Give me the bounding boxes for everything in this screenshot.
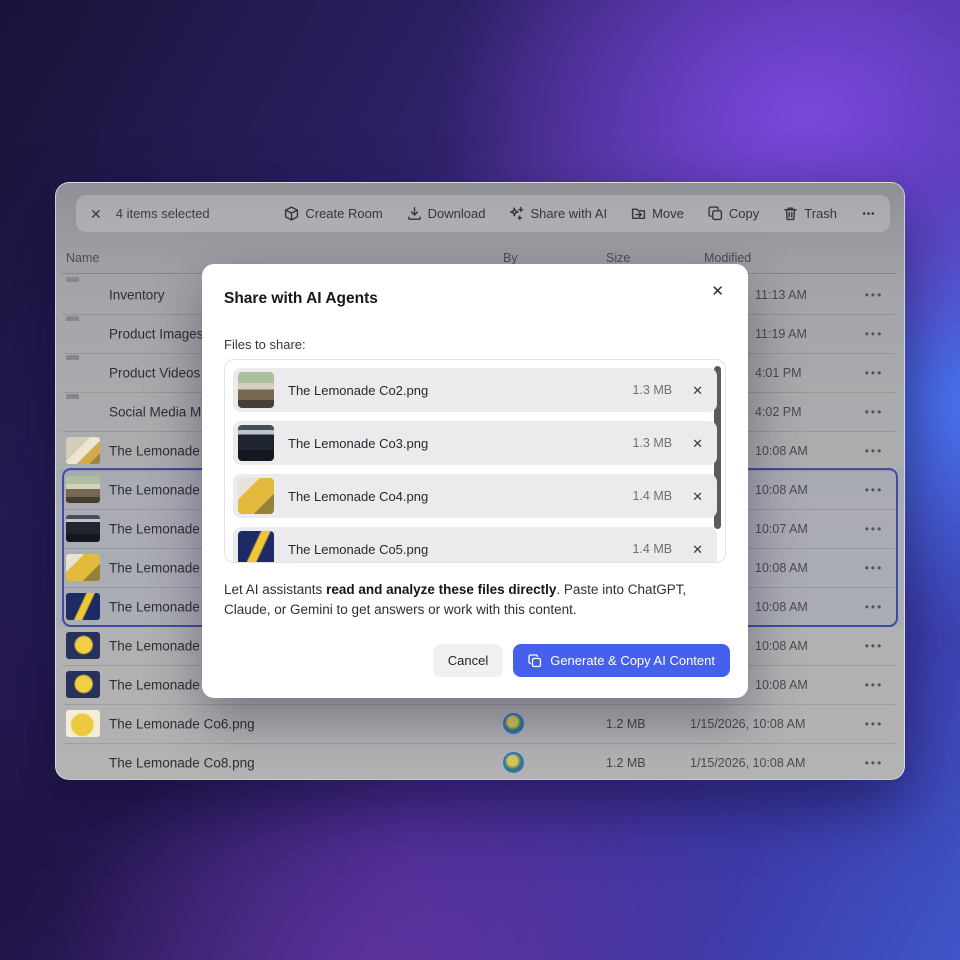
cancel-button[interactable]: Cancel — [433, 644, 503, 677]
row-menu-button[interactable]: ••• — [856, 288, 892, 302]
table-row[interactable]: The Lemonade Co6.png 1.2 MB 1/15/2026, 1… — [56, 704, 904, 743]
row-menu-button[interactable]: ••• — [856, 366, 892, 380]
selection-toolbar: ✕ 4 items selected Create Room Download Sh… — [76, 195, 890, 232]
toolbar-button-label: Share with AI — [530, 206, 607, 221]
file-name: The Lemonade Co3.png — [288, 436, 632, 451]
file-thumbnail — [238, 478, 274, 514]
file-thumbnail — [66, 515, 100, 542]
row-menu-button[interactable]: ••• — [856, 639, 892, 653]
file-name: The Lemonade Co6.png — [109, 716, 255, 731]
toolbar-button-download[interactable]: Download — [407, 206, 486, 221]
column-header-by: By — [503, 251, 518, 265]
toolbar-button-label: Move — [652, 206, 684, 221]
toolbar-button-label: Create Room — [305, 206, 382, 221]
file-name: The Lemonade Co5.png — [288, 542, 632, 557]
more-icon — [861, 206, 876, 221]
share-with-ai-modal: Share with AI Agents ✕ Files to share: T… — [202, 264, 748, 698]
row-menu-button[interactable]: ••• — [856, 444, 892, 458]
column-header-modified: Modified — [704, 251, 751, 265]
file-thumbnail — [66, 476, 100, 503]
row-menu-button[interactable]: ••• — [856, 327, 892, 341]
toolbar-actions: Create Room Download Share with AI Move Copy… — [284, 206, 876, 221]
owner-avatar — [503, 713, 524, 734]
description-text: Let AI assistants — [224, 582, 326, 597]
remove-file-icon[interactable]: ✕ — [692, 384, 703, 397]
file-thumbnail — [66, 671, 100, 698]
file-size: 1.3 MB — [632, 383, 672, 397]
modal-close-icon[interactable]: ✕ — [707, 278, 728, 304]
toolbar-button-label: Trash — [804, 206, 837, 221]
file-size: 1.3 MB — [632, 436, 672, 450]
share-file-item: The Lemonade Co3.png 1.3 MB ✕ — [233, 421, 717, 465]
file-thumbnail — [66, 632, 100, 659]
row-menu-button[interactable]: ••• — [856, 756, 892, 770]
file-name: Inventory — [109, 287, 165, 302]
move-icon — [631, 206, 646, 221]
file-name: The Lemonade Co4.png — [288, 489, 632, 504]
file-name: Product Videos — [109, 365, 200, 380]
row-menu-button[interactable]: ••• — [856, 483, 892, 497]
file-thumbnail — [238, 425, 274, 461]
toolbar-button-label: Copy — [729, 206, 759, 221]
selection-count-label: 4 items selected — [116, 206, 210, 221]
column-header-name: Name — [66, 251, 99, 265]
download-icon — [407, 206, 422, 221]
cube-icon — [284, 206, 299, 221]
file-modified: 1/15/2026, 10:08 AM — [690, 717, 805, 731]
file-thumbnail — [66, 437, 100, 464]
share-file-item: The Lemonade Co4.png 1.4 MB ✕ — [233, 474, 717, 518]
file-size: 1.4 MB — [632, 489, 672, 503]
file-size: 1.2 MB — [606, 756, 646, 770]
trash-icon — [783, 206, 798, 221]
remove-file-icon[interactable]: ✕ — [692, 543, 703, 556]
file-size: 1.4 MB — [632, 542, 672, 556]
generate-copy-ai-content-button[interactable]: Generate & Copy AI Content — [513, 644, 730, 677]
file-size: 1.2 MB — [606, 717, 646, 731]
toolbar-button-copy[interactable]: Copy — [708, 206, 759, 221]
file-name: Product Images — [109, 326, 204, 341]
row-menu-button[interactable]: ••• — [856, 717, 892, 731]
file-name: The Lemonade Co8.png — [109, 755, 255, 770]
file-thumbnail — [66, 710, 100, 737]
remove-file-icon[interactable]: ✕ — [692, 490, 703, 503]
file-thumbnail — [238, 531, 274, 563]
toolbar-button-trash[interactable]: Trash — [783, 206, 837, 221]
row-menu-button[interactable]: ••• — [856, 522, 892, 536]
file-name: The Lemonade Co2.png — [288, 383, 632, 398]
row-menu-button[interactable]: ••• — [856, 561, 892, 575]
row-menu-button[interactable]: ••• — [856, 600, 892, 614]
file-thumbnail — [238, 372, 274, 408]
row-menu-button[interactable]: ••• — [856, 678, 892, 692]
file-modified: 1/15/2026, 10:08 AM — [690, 756, 805, 770]
share-file-item: The Lemonade Co2.png 1.3 MB ✕ — [233, 368, 717, 412]
table-row[interactable]: The Lemonade Co8.png 1.2 MB 1/15/2026, 1… — [56, 743, 904, 780]
modal-title: Share with AI Agents — [224, 290, 378, 308]
copy-icon — [708, 206, 723, 221]
modal-description: Let AI assistants read and analyze these… — [224, 580, 726, 621]
sparkles-icon — [509, 206, 524, 221]
toolbar-button-move[interactable]: Move — [631, 206, 684, 221]
row-menu-button[interactable]: ••• — [856, 405, 892, 419]
clear-selection-button[interactable]: ✕ — [90, 207, 102, 221]
toolbar-button-label: Download — [428, 206, 486, 221]
files-to-share-label: Files to share: — [224, 337, 306, 352]
toolbar-button-create-room[interactable]: Create Room — [284, 206, 382, 221]
toolbar-button-more[interactable] — [861, 206, 876, 221]
file-name: Social Media M — [109, 404, 201, 419]
description-bold-text: read and analyze these files directly — [326, 582, 556, 597]
toolbar-button-share-with-ai[interactable]: Share with AI — [509, 206, 607, 221]
remove-file-icon[interactable]: ✕ — [692, 437, 703, 450]
files-to-share-list: The Lemonade Co2.png 1.3 MB ✕ The Lemona… — [224, 359, 726, 563]
desktop-wallpaper: ✕ 4 items selected Create Room Download Sh… — [0, 0, 960, 960]
copy-icon — [528, 654, 542, 668]
file-thumbnail — [66, 749, 100, 776]
file-thumbnail — [66, 554, 100, 581]
owner-avatar — [503, 752, 524, 773]
modal-actions: Cancel Generate & Copy AI Content — [433, 644, 730, 677]
generate-button-label: Generate & Copy AI Content — [550, 653, 715, 668]
file-thumbnail — [66, 593, 100, 620]
column-header-size: Size — [606, 251, 630, 265]
share-file-item: The Lemonade Co5.png 1.4 MB ✕ — [233, 527, 717, 563]
